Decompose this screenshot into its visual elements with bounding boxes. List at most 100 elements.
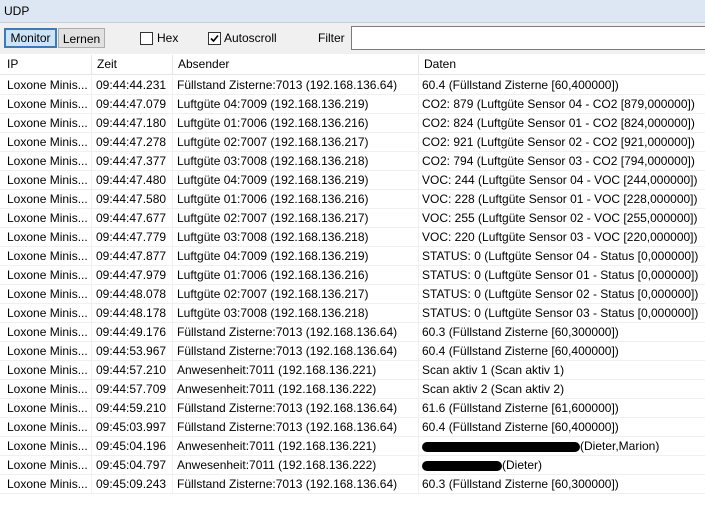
cell-daten: STATUS: 0 (Luftgüte Sensor 01 - Status [… (422, 268, 699, 282)
table-row[interactable]: Loxone Minis... 09:45:04.797 Anwesenheit:7… (0, 456, 705, 475)
redaction-bar (422, 460, 502, 471)
cell-zeit: 09:44:47.580 (92, 190, 173, 209)
table-row[interactable]: Loxone Minis... 09:44:47.180 Luftgüte 01:7… (0, 114, 705, 133)
cell-absender: Anwesenheit:7011 (192.168.136.222) (173, 456, 419, 475)
column-header-zeit[interactable]: Zeit (92, 55, 173, 74)
cell-daten: VOC: 244 (Luftgüte Sensor 04 - VOC [244,… (422, 173, 698, 187)
checkmark-icon (210, 34, 219, 43)
cell-zeit: 09:44:47.677 (92, 209, 173, 228)
cell-daten: STATUS: 0 (Luftgüte Sensor 03 - Status [… (422, 306, 699, 320)
column-header-absender[interactable]: Absender (173, 55, 419, 74)
cell-absender: Anwesenheit:7011 (192.168.136.222) (173, 380, 419, 399)
cell-ip: Loxone Minis... (0, 304, 92, 323)
cell-zeit: 09:44:59.210 (92, 399, 173, 418)
cell-daten: STATUS: 0 (Luftgüte Sensor 02 - Status [… (422, 287, 699, 301)
table-row[interactable]: Loxone Minis... 09:44:47.779 Luftgüte 03:7… (0, 228, 705, 247)
cell-ip: Loxone Minis... (0, 399, 92, 418)
cell-daten: CO2: 921 (Luftgüte Sensor 02 - CO2 [921,… (422, 135, 695, 149)
table-row[interactable]: Loxone Minis... 09:44:47.079 Luftgüte 04:7… (0, 95, 705, 114)
table-row[interactable]: Loxone Minis... 09:44:47.278 Luftgüte 02:7… (0, 133, 705, 152)
window-title: UDP (4, 4, 30, 18)
cell-ip: Loxone Minis... (0, 76, 92, 95)
cell-absender: Füllstand Zisterne:7013 (192.168.136.64) (173, 399, 419, 418)
filter-label: Filter (318, 31, 345, 45)
table-row[interactable]: Loxone Minis... 09:44:47.480 Luftgüte 04:7… (0, 171, 705, 190)
cell-zeit: 09:44:57.709 (92, 380, 173, 399)
cell-zeit: 09:44:47.180 (92, 114, 173, 133)
toolbar: Monitor Lernen Hex Autoscroll Filter (0, 23, 705, 54)
cell-daten: CO2: 824 (Luftgüte Sensor 01 - CO2 [824,… (422, 116, 695, 130)
cell-absender: Füllstand Zisterne:7013 (192.168.136.64) (173, 475, 419, 494)
cell-ip: Loxone Minis... (0, 361, 92, 380)
table-row[interactable]: Loxone Minis... 09:44:48.078 Luftgüte 02:7… (0, 285, 705, 304)
table-row[interactable]: Loxone Minis... 09:44:59.210 Füllstand Zis… (0, 399, 705, 418)
hex-checkbox[interactable] (140, 32, 153, 45)
cell-zeit: 09:44:47.480 (92, 171, 173, 190)
cell-daten: VOC: 228 (Luftgüte Sensor 01 - VOC [228,… (422, 192, 698, 206)
table-row[interactable]: Loxone Minis... 09:44:47.377 Luftgüte 03:7… (0, 152, 705, 171)
table-row[interactable]: Loxone Minis... 09:44:47.580 Luftgüte 01:7… (0, 190, 705, 209)
cell-daten: CO2: 879 (Luftgüte Sensor 04 - CO2 [879,… (422, 97, 695, 111)
cell-absender: Luftgüte 02:7007 (192.168.136.217) (173, 209, 419, 228)
data-table: Loxone Minis... 09:44:44.231 Füllstand Zis… (0, 76, 705, 494)
cell-absender: Füllstand Zisterne:7013 (192.168.136.64) (173, 342, 419, 361)
cell-absender: Anwesenheit:7011 (192.168.136.221) (173, 361, 419, 380)
lernen-button[interactable]: Lernen (58, 28, 105, 48)
cell-ip: Loxone Minis... (0, 152, 92, 171)
table-row[interactable]: Loxone Minis... 09:44:47.979 Luftgüte 01:7… (0, 266, 705, 285)
filter-input[interactable] (351, 26, 705, 50)
cell-zeit: 09:44:47.779 (92, 228, 173, 247)
cell-absender: Luftgüte 01:7006 (192.168.136.216) (173, 114, 419, 133)
table-row[interactable]: Loxone Minis... 09:45:09.243 Füllstand Zis… (0, 475, 705, 494)
cell-zeit: 09:44:53.967 (92, 342, 173, 361)
monitor-button[interactable]: Monitor (4, 28, 57, 48)
table-row[interactable]: Loxone Minis... 09:45:03.997 Füllstand Zis… (0, 418, 705, 437)
autoscroll-checkbox[interactable] (208, 32, 221, 45)
cell-ip: Loxone Minis... (0, 418, 92, 437)
table-row[interactable]: Loxone Minis... 09:44:57.210 Anwesenheit:7… (0, 361, 705, 380)
cell-absender: Luftgüte 01:7006 (192.168.136.216) (173, 190, 419, 209)
cell-absender: Luftgüte 03:7008 (192.168.136.218) (173, 228, 419, 247)
cell-ip: Loxone Minis... (0, 285, 92, 304)
cell-daten: Scan aktiv 2 (Scan aktiv 2) (422, 382, 565, 396)
cell-daten: 60.3 (Füllstand Zisterne [60,300000]) (422, 325, 619, 339)
cell-ip: Loxone Minis... (0, 437, 92, 456)
cell-zeit: 09:44:44.231 (92, 76, 173, 95)
cell-daten: 61.6 (Füllstand Zisterne [61,600000]) (422, 401, 619, 415)
cell-zeit: 09:44:48.178 (92, 304, 173, 323)
table-row[interactable]: Loxone Minis... 09:44:53.967 Füllstand Zis… (0, 342, 705, 361)
cell-daten: 60.4 (Füllstand Zisterne [60,400000]) (422, 344, 619, 358)
cell-ip: Loxone Minis... (0, 456, 92, 475)
cell-zeit: 09:44:47.079 (92, 95, 173, 114)
cell-ip: Loxone Minis... (0, 133, 92, 152)
cell-zeit: 09:44:48.078 (92, 285, 173, 304)
table-row[interactable]: Loxone Minis... 09:44:57.709 Anwesenheit:7… (0, 380, 705, 399)
cell-ip: Loxone Minis... (0, 475, 92, 494)
table-row[interactable]: Loxone Minis... 09:44:49.176 Füllstand Zis… (0, 323, 705, 342)
cell-ip: Loxone Minis... (0, 209, 92, 228)
redaction-bar (422, 441, 580, 452)
cell-daten: CO2: 794 (Luftgüte Sensor 03 - CO2 [794,… (422, 154, 695, 168)
cell-daten: Scan aktiv 1 (Scan aktiv 1) (422, 363, 565, 377)
column-header-daten[interactable]: Daten (419, 55, 705, 74)
cell-zeit: 09:44:47.877 (92, 247, 173, 266)
table-row[interactable]: Loxone Minis... 09:44:44.231 Füllstand Zis… (0, 76, 705, 95)
autoscroll-label: Autoscroll (224, 31, 277, 45)
cell-absender: Luftgüte 04:7009 (192.168.136.219) (173, 247, 419, 266)
cell-absender: Luftgüte 03:7008 (192.168.136.218) (173, 152, 419, 171)
column-header-ip[interactable]: IP (0, 55, 92, 74)
cell-daten: STATUS: 0 (Luftgüte Sensor 04 - Status [… (422, 249, 699, 263)
table-row[interactable]: Loxone Minis... 09:45:04.196 Anwesenheit:7… (0, 437, 705, 456)
table-row[interactable]: Loxone Minis... 09:44:47.877 Luftgüte 04:7… (0, 247, 705, 266)
table-row[interactable]: Loxone Minis... 09:44:48.178 Luftgüte 03:7… (0, 304, 705, 323)
cell-absender: Luftgüte 02:7007 (192.168.136.217) (173, 285, 419, 304)
cell-ip: Loxone Minis... (0, 95, 92, 114)
cell-ip: Loxone Minis... (0, 247, 92, 266)
cell-daten: VOC: 255 (Luftgüte Sensor 02 - VOC [255,… (422, 211, 698, 225)
table-row[interactable]: Loxone Minis... 09:44:47.677 Luftgüte 02:7… (0, 209, 705, 228)
cell-absender: Anwesenheit:7011 (192.168.136.221) (173, 437, 419, 456)
cell-absender: Füllstand Zisterne:7013 (192.168.136.64) (173, 418, 419, 437)
cell-daten-text: (Dieter,Marion) (580, 439, 660, 453)
cell-daten: (Dieter,Marion) (419, 437, 705, 456)
cell-daten-text: (Dieter) (502, 458, 543, 472)
